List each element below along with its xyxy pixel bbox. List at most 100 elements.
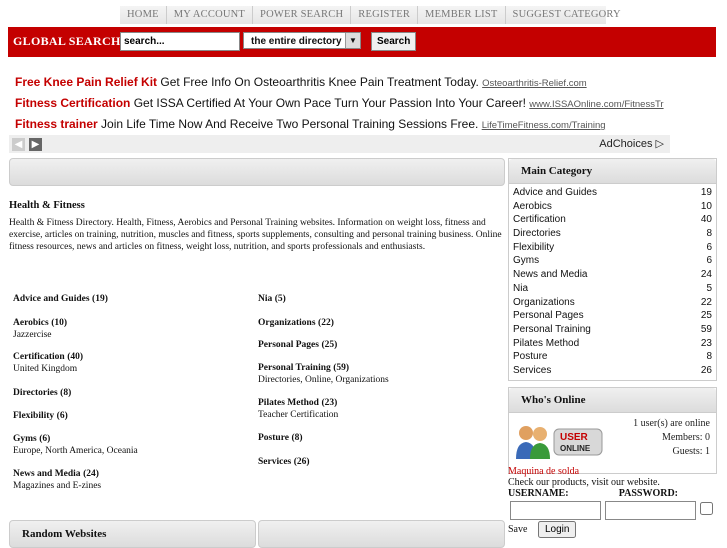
ad-block: Free Knee Pain Relief Kit Get Free Info … (9, 70, 670, 154)
category-link[interactable]: Directories (13, 388, 58, 398)
sidebar-category-item[interactable]: Advice and Guides 19 (509, 186, 716, 200)
category-link[interactable]: Personal Pages (258, 340, 319, 350)
global-search-bar: GLOBAL SEARCH the entire directory ▼ Sea… (8, 27, 716, 57)
chevron-down-icon: ▼ (345, 33, 360, 48)
nav-link[interactable]: MEMBER LIST (418, 6, 506, 24)
category-link[interactable]: Personal Training (258, 363, 331, 373)
category-link[interactable]: Posture (258, 433, 289, 443)
main-category-list: Advice and Guides 19 Aerobics 10 Certificati… (509, 184, 716, 380)
category-link[interactable]: News and Media (13, 469, 81, 479)
ad-1[interactable]: Free Knee Pain Relief Kit Get Free Info … (15, 75, 669, 89)
subcategory-list[interactable]: Jazzercise (13, 330, 67, 340)
category-count: (23) (321, 398, 338, 408)
sidebar-category-item[interactable]: Gyms 6 (509, 254, 716, 268)
category-link[interactable]: Flexibility (13, 411, 54, 421)
sidebar-category-item[interactable]: Pilates Method 23 (509, 337, 716, 351)
category-item: Certification (40) United Kingdom (13, 351, 83, 374)
category-link[interactable]: Aerobics (13, 318, 49, 328)
promo-text: Check our products, visit our website. (508, 477, 660, 488)
sidebar-category-item[interactable]: News and Media 24 (509, 268, 716, 282)
subcategory-list[interactable]: Directories, Online, Organizations (258, 375, 389, 385)
sidebar-category-item[interactable]: Posture 8 (509, 350, 716, 364)
sidebar-category-count: 6 (706, 241, 712, 253)
ad-text: Get ISSA Certified At Your Own Pace Turn… (133, 96, 526, 110)
ad-3[interactable]: Fitness trainer Join Life Time Now And R… (15, 117, 669, 131)
sidebar-category-count: 26 (700, 364, 712, 376)
password-field[interactable] (605, 501, 696, 520)
nav-link[interactable]: MY ACCOUNT (167, 6, 254, 24)
subcategory-list[interactable]: Magazines and E-zines (13, 481, 101, 491)
main-header-panel (9, 158, 505, 186)
sidebar-category-item[interactable]: Flexibility 6 (509, 241, 716, 255)
category-link[interactable]: Certification (13, 352, 65, 362)
subcategory-list[interactable]: United Kingdom (13, 364, 83, 374)
random-websites-panel: Random Websites (9, 520, 256, 548)
online-guests: Guests: 1 (672, 445, 711, 457)
category-count: (59) (333, 363, 350, 373)
category-count: (26) (293, 457, 310, 467)
ad-title[interactable]: Free Knee Pain Relief Kit (15, 75, 157, 89)
category-count: (6) (39, 434, 51, 444)
search-input[interactable] (120, 32, 240, 51)
nav-link[interactable]: HOME (120, 6, 167, 24)
category-item: News and Media (24) Magazines and E-zines (13, 468, 101, 491)
category-link[interactable]: Services (258, 457, 291, 467)
nav-link[interactable]: REGISTER (351, 6, 419, 24)
category-count: (10) (51, 318, 68, 328)
category-count: (19) (92, 294, 108, 304)
sidebar-category-item[interactable]: Services 26 (509, 364, 716, 378)
sidebar-category-item[interactable]: Nia 5 (509, 282, 716, 296)
sidebar-category-count: 23 (700, 337, 712, 349)
ad-text: Join Life Time Now And Receive Two Perso… (101, 117, 479, 131)
sidebar-category-label: Pilates Method (513, 337, 580, 349)
category-item: Services (26) (258, 456, 310, 467)
sidebar-category-count: 25 (700, 310, 712, 322)
sidebar-category-item[interactable]: Aerobics 10 (509, 200, 716, 214)
ad-url[interactable]: www.ISSAOnline.com/FitnessTr (529, 99, 663, 110)
nav-link[interactable]: SUGGEST CATEGORY (506, 6, 628, 24)
category-link[interactable]: Gyms (13, 434, 37, 444)
sidebar-category-count: 22 (700, 296, 712, 308)
main-category-box: Main Category Advice and Guides 19 Aerobic… (508, 158, 717, 381)
sidebar-category-item[interactable]: Directories 8 (509, 227, 716, 241)
sidebar-category-item[interactable]: Personal Pages 25 (509, 309, 716, 323)
top-navigation: HOME MY ACCOUNT POWER SEARCH REGISTER MEMBER… (0, 0, 727, 26)
category-count: (40) (67, 352, 84, 362)
adchoices-link[interactable]: AdChoices ▷ (599, 137, 664, 150)
sidebar-category-label: Advice and Guides (513, 187, 597, 198)
category-item: Posture (8) (258, 432, 303, 443)
category-link[interactable]: Pilates Method (258, 398, 319, 408)
username-field[interactable] (510, 501, 601, 520)
sidebar-category-label: News and Media (513, 269, 588, 281)
category-link[interactable]: Advice and Guides (13, 294, 90, 304)
subcategory-list[interactable]: Europe, North America, Oceania (13, 446, 138, 456)
username-label: USERNAME: (508, 488, 569, 499)
sidebar-category-item[interactable]: Personal Training 59 (509, 323, 716, 337)
online-members: Members: 0 (661, 431, 710, 443)
whos-online-box: Who's Online USER ONLINE 1 user(s) are o… (508, 386, 717, 474)
search-button[interactable]: Search (371, 32, 417, 51)
chevron-left-icon[interactable]: ◀ (12, 138, 25, 151)
sidebar-category-count: 6 (706, 255, 712, 267)
ad-2[interactable]: Fitness Certification Get ISSA Certified… (15, 96, 669, 110)
category-link[interactable]: Organizations (258, 318, 316, 328)
category-link[interactable]: Nia (258, 294, 272, 304)
ad-footer-bar (9, 135, 670, 153)
search-scope-select[interactable]: the entire directory ▼ (243, 32, 361, 49)
ad-url[interactable]: LifeTimeFitness.com/Training (482, 120, 606, 131)
sidebar-category-item[interactable]: Certification 40 (509, 213, 716, 227)
remember-checkbox[interactable] (700, 501, 713, 516)
ad-title[interactable]: Fitness Certification (15, 96, 130, 110)
maquina-link[interactable]: Maquina de solda (508, 466, 718, 477)
sidebar-category-item[interactable]: Organizations 22 (509, 296, 716, 310)
nav-link[interactable]: POWER SEARCH (253, 6, 352, 24)
login-button[interactable]: Login (538, 521, 577, 538)
category-count: (24) (83, 469, 99, 479)
subcategory-list[interactable]: Teacher Certification (258, 410, 338, 420)
ad-url[interactable]: Osteoarthritis-Relief.com (482, 78, 587, 89)
chevron-right-icon[interactable]: ▶ (29, 138, 42, 151)
login-actions: Save Login (508, 521, 718, 539)
ad-title[interactable]: Fitness trainer (15, 117, 98, 131)
category-item: Pilates Method (23) Teacher Certification (258, 397, 338, 420)
sidebar-category-label: Aerobics (513, 200, 552, 212)
